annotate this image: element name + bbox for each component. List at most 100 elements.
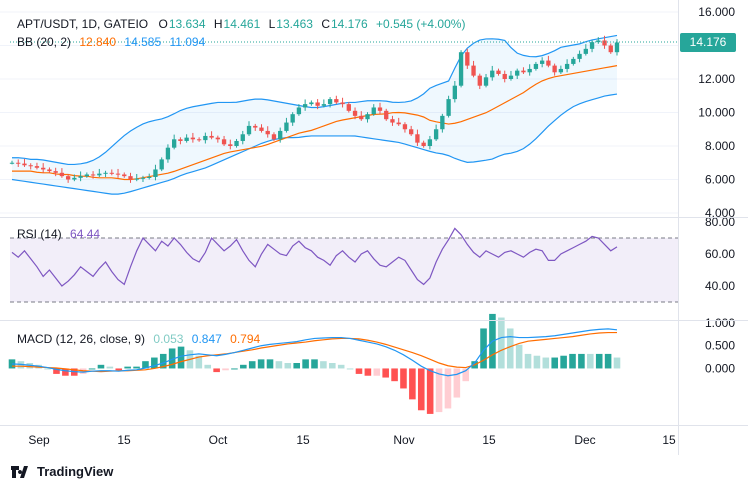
candle-down: [265, 130, 270, 135]
macd-histogram-bar: [231, 368, 238, 370]
time-tick-label: Oct: [209, 433, 228, 447]
current-price-badge: 14.176: [680, 33, 736, 52]
macd-histogram-bar: [391, 368, 398, 382]
macd-histogram-bar: [587, 353, 594, 369]
macd-histogram-bar: [133, 366, 140, 369]
candle-up: [571, 58, 576, 64]
time-tick-label: 15: [117, 433, 131, 447]
macd-histogram-bar: [569, 353, 576, 369]
macd-histogram-bar: [97, 364, 105, 369]
candle-up: [159, 159, 164, 170]
candle-up: [147, 176, 152, 178]
candle-up: [452, 85, 457, 100]
candle-up: [515, 70, 520, 76]
candle-up: [140, 177, 146, 179]
macd-histogram-bar: [320, 361, 327, 369]
candle-up: [153, 169, 158, 177]
macd-histogram-bar: [346, 368, 354, 370]
candle-up: [446, 99, 451, 116]
bb-lower-value: 11.094: [169, 35, 206, 49]
candle-up: [527, 68, 532, 73]
candle-up: [278, 130, 283, 140]
macd-histogram-bar: [560, 355, 567, 369]
macd-histogram-bar: [613, 357, 621, 369]
candle-down: [334, 99, 339, 103]
candle-down: [402, 124, 408, 130]
tradingview-logo-icon: [11, 465, 28, 478]
candle-down: [259, 127, 264, 131]
macd-histogram-bar: [426, 368, 434, 414]
candle-up: [539, 60, 545, 64]
rsi-value: 64.44: [70, 227, 101, 241]
bb-upper-value: 14.585: [124, 35, 162, 49]
macd-tick-label: 0.500: [705, 339, 735, 353]
macd-histogram-bar: [257, 359, 265, 369]
candle-up: [577, 53, 582, 59]
candle-up: [458, 52, 464, 86]
macd-histogram-bar: [329, 363, 336, 369]
macd-histogram-bar: [524, 353, 532, 369]
candle-down: [415, 134, 420, 143]
macd-histogram-bar: [204, 364, 212, 369]
candle-down: [502, 73, 507, 79]
candle-down: [16, 162, 21, 164]
candle-up: [365, 114, 370, 120]
candle-up: [9, 162, 15, 164]
macd-histogram-bar: [311, 359, 318, 369]
macd-histogram-bar: [213, 368, 220, 373]
macd-histogram-bar: [302, 359, 309, 369]
close-label: C: [321, 17, 330, 31]
candle-down: [34, 166, 40, 168]
candle-up: [533, 63, 539, 69]
macd-histogram-bar: [355, 368, 363, 374]
candle-down: [546, 60, 551, 66]
macd-legend: MACD (12, 26, close, 9) 0.053 0.847 0.79…: [17, 332, 261, 346]
symbol-label: APT/USDT, 1D, GATEIO: [17, 17, 149, 31]
candle-down: [90, 174, 96, 176]
change-value: +0.545 (+4.00%): [376, 17, 466, 31]
macd-line-value: 0.847: [191, 332, 222, 346]
time-tick-label: 15: [662, 433, 676, 447]
candle-up: [614, 42, 620, 53]
candle-down: [421, 142, 426, 146]
macd-histogram-bar: [533, 355, 541, 369]
bb-label: BB (20, 2): [17, 35, 72, 49]
candle-down: [346, 104, 351, 111]
candle-up: [427, 139, 433, 146]
candle-down: [409, 129, 414, 135]
candle-up: [327, 99, 333, 105]
candle-up: [234, 140, 239, 146]
candle-up: [321, 104, 327, 106]
chart-canvas: 16.00014.00012.00010.0008.0006.0004.0008…: [0, 0, 748, 455]
candle-down: [359, 115, 364, 120]
candle-down: [471, 65, 476, 76]
candle-down: [178, 139, 183, 141]
candle-down: [352, 110, 358, 116]
macd-histogram-bar: [400, 368, 407, 389]
price-tick-label: 6.000: [705, 173, 735, 187]
candle-up: [203, 135, 208, 141]
candle-down: [496, 70, 501, 74]
price-tick-label: 8.000: [705, 139, 735, 153]
candle-down: [315, 102, 320, 106]
macd-tick-label: 1.000: [705, 316, 735, 330]
candle-down: [109, 172, 114, 174]
bb-fill: [12, 35, 617, 195]
candle-down: [209, 135, 214, 138]
candle-down: [122, 174, 127, 177]
candle-up: [184, 137, 189, 141]
brand-name: TradingView: [37, 464, 114, 479]
candle-down: [65, 176, 71, 180]
macd-label: MACD (12, 26, close, 9): [17, 332, 146, 346]
candle-down: [552, 65, 557, 73]
time-tick-label: 15: [296, 433, 310, 447]
candle-up: [103, 172, 108, 174]
macd-histogram-bar: [337, 364, 345, 369]
bollinger-bands: [11, 34, 618, 195]
rsi-tick-label: 60.00: [705, 247, 735, 261]
candle-down: [384, 110, 389, 120]
macd-histogram-bar: [542, 357, 550, 369]
candle-up: [78, 176, 83, 178]
macd-pane: [8, 313, 621, 414]
candle-up: [490, 70, 495, 78]
